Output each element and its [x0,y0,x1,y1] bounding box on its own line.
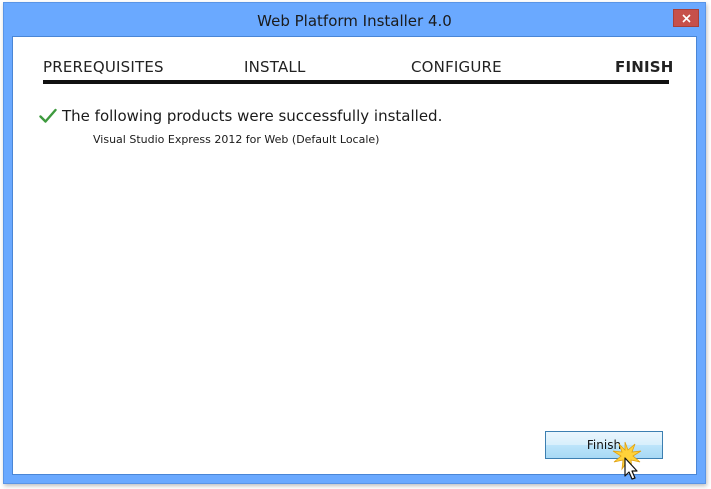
window-title: Web Platform Installer 4.0 [257,12,452,30]
close-icon [682,14,691,23]
success-message: The following products were successfully… [62,107,443,125]
checkmark-icon [39,108,57,123]
finish-button[interactable]: Finish [545,431,663,459]
step-install: INSTALL [244,58,306,76]
installer-window: Web Platform Installer 4.0 PREREQUISITES… [3,2,706,484]
mouse-cursor-icon [624,457,638,480]
wizard-steps: PREREQUISITES INSTALL CONFIGURE FINISH [43,58,673,80]
step-progress-bar [43,80,669,84]
step-prerequisites: PREREQUISITES [43,58,164,76]
step-finish: FINISH [615,58,674,76]
step-configure: CONFIGURE [411,58,502,76]
content-pane: PREREQUISITES INSTALL CONFIGURE FINISH T… [12,36,697,480]
close-button[interactable] [673,9,699,27]
installed-product-item: Visual Studio Express 2012 for Web (Defa… [93,133,380,146]
title-bar[interactable]: Web Platform Installer 4.0 [4,3,705,36]
